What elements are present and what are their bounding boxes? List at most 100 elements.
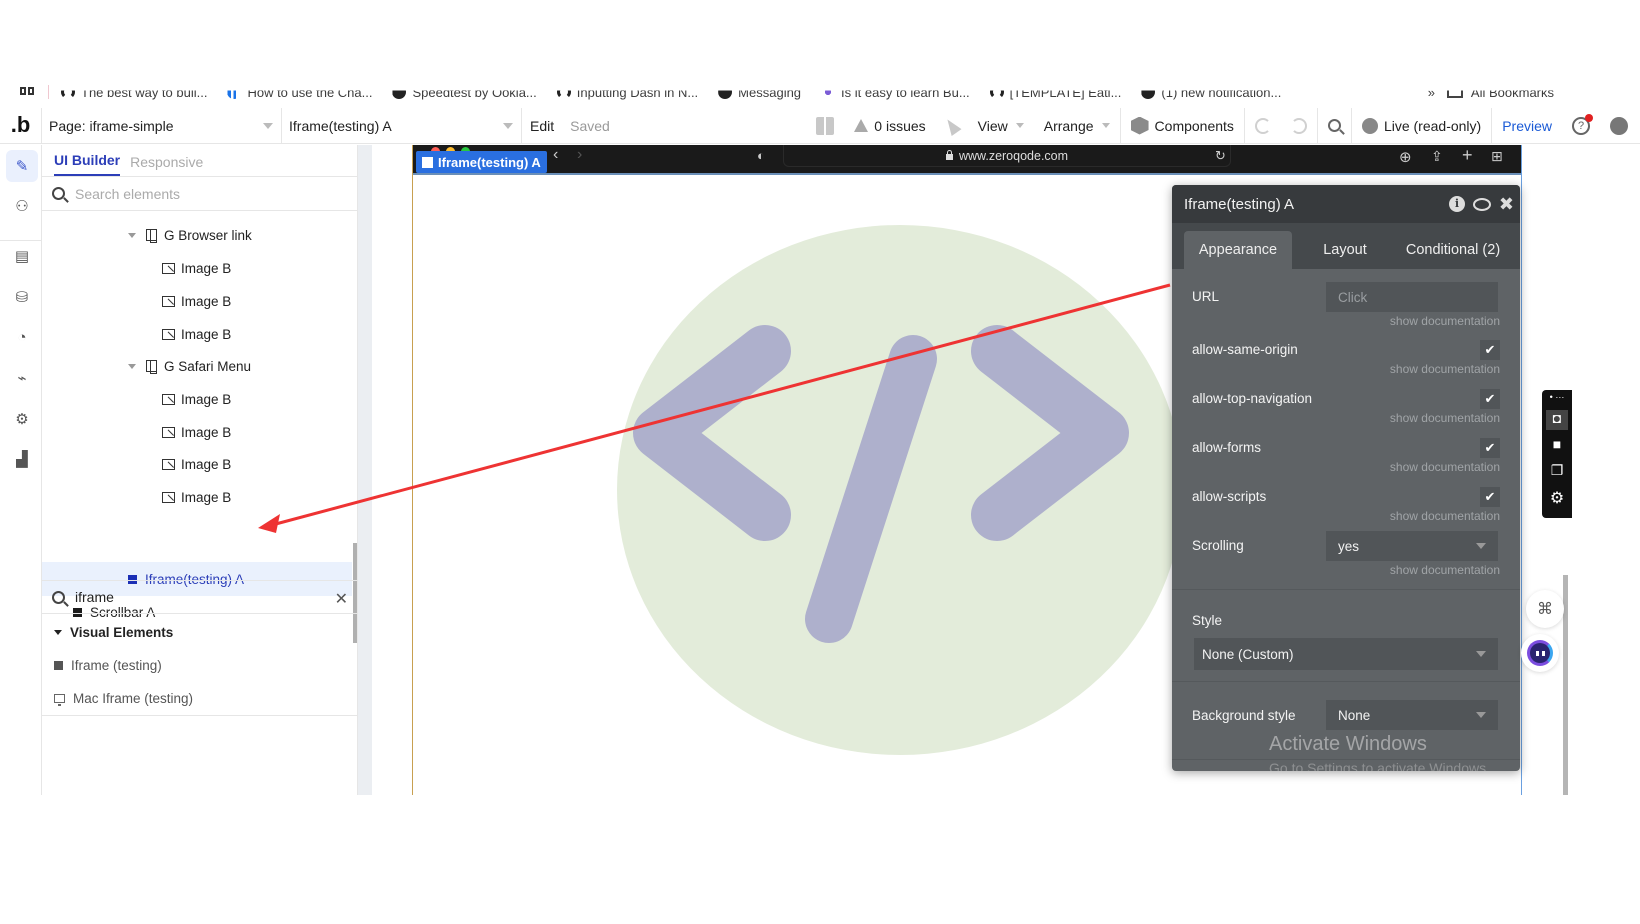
tree-node-group[interactable]: G Safari Menu <box>42 350 352 382</box>
show-documentation-link[interactable]: show documentation <box>1390 362 1500 376</box>
element-search[interactable]: Search elements <box>42 177 357 211</box>
element-tree-icon[interactable]: ⚇ <box>6 190 38 222</box>
undo-button[interactable] <box>1245 108 1281 144</box>
camera-icon[interactable]: ◘ <box>1546 410 1568 430</box>
url-label: URL <box>1192 289 1220 304</box>
style-dropdown[interactable]: None (Custom) <box>1194 638 1498 670</box>
tree-node-image[interactable]: Image B <box>42 318 352 350</box>
preview-button[interactable]: Preview <box>1492 108 1562 144</box>
bookmark-item[interactable]: (1) new notification... <box>1141 90 1281 100</box>
monitor-icon <box>54 694 65 706</box>
tab-responsive[interactable]: Responsive <box>130 154 203 176</box>
settings-icon[interactable]: ⚙ <box>6 403 38 435</box>
components-button[interactable]: Components <box>1121 107 1245 144</box>
allow-same-origin-checkbox[interactable]: ✔ <box>1480 340 1500 360</box>
palette-search[interactable]: iframe ✕ <box>42 580 358 614</box>
command-icon: ⌘ <box>1537 601 1553 618</box>
assistant-bot-button[interactable] <box>1521 634 1559 672</box>
design-tab-pencil-icon[interactable]: ✎ <box>6 150 38 182</box>
gift-button[interactable] <box>806 108 844 144</box>
tab-ui-builder[interactable]: UI Builder <box>54 152 121 176</box>
palette-icon[interactable]: ◔ <box>6 321 38 353</box>
comment-icon[interactable] <box>1472 197 1491 211</box>
bookmark-item[interactable]: Is it easy to learn Bu... <box>821 90 970 100</box>
image-icon <box>162 458 175 470</box>
bookmark-item[interactable]: Messaging <box>718 90 801 100</box>
palette-item-iframe[interactable]: Iframe (testing) <box>42 649 358 682</box>
bookmark-item[interactable]: How to use the Cha... <box>227 90 372 100</box>
logs-chart-icon[interactable]: ▟ <box>6 443 38 475</box>
dots-icon <box>821 90 836 99</box>
database-icon[interactable]: ⛁ <box>6 281 38 313</box>
redo-icon <box>1290 117 1307 134</box>
issues-button[interactable]: 0 issues <box>844 108 935 144</box>
account-button[interactable] <box>1600 108 1640 144</box>
info-icon[interactable]: i <box>1448 196 1465 212</box>
palette-item-mac-iframe[interactable]: Mac Iframe (testing) <box>42 682 358 715</box>
bookmark-item[interactable]: [TEMPLATE] Eati... <box>989 90 1121 100</box>
workflow-icon[interactable]: ▤ <box>6 240 38 272</box>
windows-icon[interactable]: ❐ <box>1546 462 1568 482</box>
tree-node-image[interactable]: Image B <box>42 416 352 448</box>
tree-node-image[interactable]: Image B <box>42 285 352 317</box>
element-selector[interactable]: Iframe(testing) A <box>282 107 522 144</box>
tree-node-image[interactable]: Image B <box>42 383 352 415</box>
allow-forms-checkbox[interactable]: ✔ <box>1480 438 1500 458</box>
tree-node-image[interactable]: Image B <box>42 448 352 480</box>
tab-appearance[interactable]: Appearance <box>1184 231 1292 269</box>
show-documentation-link[interactable]: show documentation <box>1390 411 1500 425</box>
arrange-menu[interactable]: Arrange <box>1034 107 1121 144</box>
background-style-dropdown[interactable]: None <box>1326 700 1498 730</box>
allow-top-navigation-label: allow-top-navigation <box>1192 391 1313 406</box>
all-bookmarks-button[interactable]: All Bookmarks <box>1446 90 1554 100</box>
drag-handle-icon[interactable]: • ··· <box>1546 392 1568 412</box>
view-menu[interactable]: View <box>968 108 1034 144</box>
tree-node-image[interactable]: Image B <box>42 481 352 513</box>
close-icon[interactable]: ✖ <box>1499 195 1514 213</box>
canvas-gutter <box>358 145 372 795</box>
tree-node-group[interactable]: G Browser link <box>42 219 352 251</box>
tree-node-image[interactable]: Image B <box>42 252 352 284</box>
live-version-button[interactable]: Live (read-only) <box>1352 107 1493 144</box>
palette-search-input[interactable]: iframe <box>75 589 114 605</box>
palette-section-header[interactable]: Visual Elements <box>42 615 358 649</box>
apps-icon[interactable] <box>20 87 34 97</box>
allow-top-navigation-row: allow-top-navigation ✔ show documentatio… <box>1192 389 1500 429</box>
clear-search-icon[interactable]: ✕ <box>335 589 348 609</box>
bookmark-item[interactable]: Speedtest by Ookla... <box>392 90 537 100</box>
url-input[interactable]: Click <box>1326 282 1498 312</box>
redo-button[interactable] <box>1281 107 1318 144</box>
screen-capture-toolbar: • ··· ◘ ■ ❐ ⚙ <box>1542 390 1572 518</box>
show-documentation-link[interactable]: show documentation <box>1390 460 1500 474</box>
expand-caret-icon[interactable] <box>128 363 136 369</box>
more-bookmarks-button[interactable]: » <box>1428 85 1435 100</box>
scrolling-dropdown[interactable]: yes <box>1326 531 1498 561</box>
video-icon[interactable]: ■ <box>1546 436 1568 456</box>
bookmarks-bar: The best way to buil... How to use the C… <box>0 80 1640 104</box>
help-button[interactable]: ? <box>1562 108 1600 144</box>
allow-top-navigation-checkbox[interactable]: ✔ <box>1480 389 1500 409</box>
bookmark-item[interactable]: Inputting Dash in N... <box>556 90 698 100</box>
selected-element-tag[interactable]: Iframe(testing) A <box>416 151 547 173</box>
show-documentation-link[interactable]: show documentation <box>1390 563 1500 577</box>
apps-grid-button[interactable]: ⌘ <box>1526 590 1564 628</box>
tab-layout[interactable]: Layout <box>1292 231 1398 269</box>
tab-conditional[interactable]: Conditional (2) <box>1398 231 1508 269</box>
search-button[interactable] <box>1318 107 1352 144</box>
select-tool-button[interactable] <box>936 108 968 144</box>
expand-caret-icon[interactable] <box>128 232 136 238</box>
show-documentation-link[interactable]: show documentation <box>1390 509 1500 523</box>
reload-icon: ↻ <box>1215 148 1226 163</box>
show-documentation-link[interactable]: show documentation <box>1390 314 1500 328</box>
page-selector[interactable]: Page: iframe-simple <box>42 107 282 144</box>
plugin-icon[interactable]: ⌁ <box>6 362 38 394</box>
property-editor-header[interactable]: Iframe(testing) A i ✖ <box>1172 185 1520 223</box>
tabs-overview-icon: ⊞ <box>1491 148 1503 164</box>
bookmark-item[interactable]: The best way to buil... <box>61 90 207 100</box>
search-input[interactable]: Search elements <box>75 186 180 202</box>
image-icon <box>162 328 175 340</box>
allow-scripts-checkbox[interactable]: ✔ <box>1480 487 1500 507</box>
edit-menu[interactable]: Edit <box>522 118 562 134</box>
bubble-logo[interactable]: .b <box>0 107 42 144</box>
settings-icon[interactable]: ⚙ <box>1546 488 1568 508</box>
